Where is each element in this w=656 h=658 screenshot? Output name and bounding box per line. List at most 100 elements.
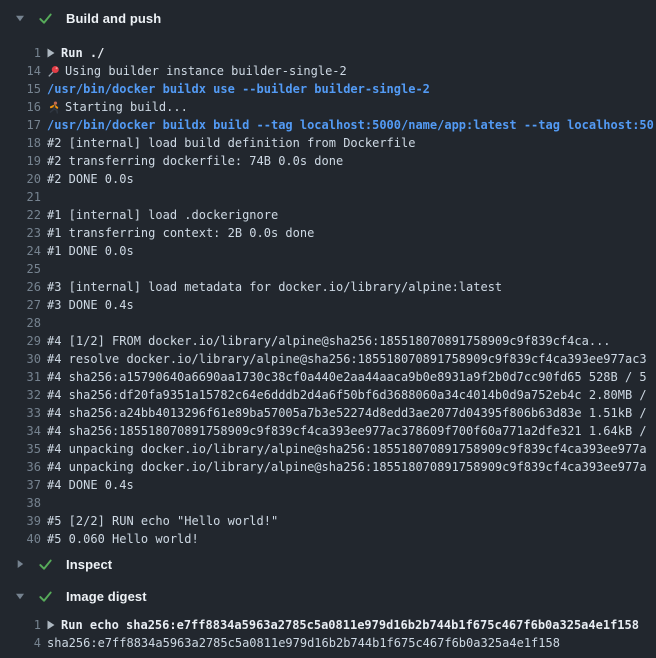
log-line-content: #3 DONE 0.4s [47,296,656,314]
line-number[interactable]: 21 [0,188,41,206]
log-line-content: Starting build... [47,98,656,116]
log-row: 14 Using builder instance builder-single-… [0,62,656,80]
line-number[interactable]: 23 [0,224,41,242]
log-line-content: #5 [2/2] RUN echo "Hello world!" [47,512,656,530]
log-line-content: #4 [1/2] FROM docker.io/library/alpine@s… [47,332,656,350]
workflow-log-viewer: Build and push1Run ./14Using builder ins… [0,0,656,652]
log-row: 18 #2 [internal] load build definition fr… [0,134,656,152]
log-line-text: #1 DONE 0.0s [47,242,134,260]
section-title: Image digest [66,589,147,604]
log-line-text: #4 sha256:df20fa9351a15782c64e6dddb2d4a6… [47,386,647,404]
log-row: 40#5 0.060 Hello world! [0,530,656,548]
log-row: 31 #4 sha256:a15790640a6690aa1730c38cf0a4… [0,368,656,386]
section-title: Inspect [66,557,112,572]
expand-toggle-icon[interactable] [47,48,55,58]
log-line-content: #1 transferring context: 2B 0.0s done [47,224,656,242]
log-row: 39 #5 [2/2] RUN echo "Hello world!" [0,512,656,530]
line-number[interactable]: 29 [0,332,41,350]
log-line-text: #2 [internal] load build definition from… [47,134,415,152]
line-number[interactable]: 1 [0,616,41,634]
line-number[interactable]: 40 [0,530,41,548]
log-line-content: #2 [internal] load build definition from… [47,134,656,152]
log-line-content: #2 transferring dockerfile: 74B 0.0s don… [47,152,656,170]
log-row: 29 #4 [1/2] FROM docker.io/library/alpine… [0,332,656,350]
line-number[interactable]: 33 [0,404,41,422]
log-line-text: #4 DONE 0.4s [47,476,134,494]
log-line-text: #1 transferring context: 2B 0.0s done [47,224,314,242]
line-number[interactable]: 15 [0,80,41,98]
line-number[interactable]: 17 [0,116,41,134]
line-number[interactable]: 18 [0,134,41,152]
expand-toggle-icon[interactable] [47,620,55,630]
log-row: 35 #4 unpacking docker.io/library/alpine@… [0,440,656,458]
log-block-build-and-push: 1 Run ./ 14 Using builder instance builder-… [0,44,656,548]
log-row: 34 #4 sha256:185518070891758909c9f839cf4c… [0,422,656,440]
line-number[interactable]: 16 [0,98,41,116]
log-row: 1 Run ./ [0,44,656,62]
log-row: 30 #4 resolve docker.io/library/alpine@sh… [0,350,656,368]
pushpin-icon [47,65,60,78]
line-number[interactable]: 14 [0,62,41,80]
log-line-content: sha256:e7ff8834a5963a2785c5a0811e979d16b… [47,634,656,652]
log-line-content: #4 sha256:df20fa9351a15782c64e6dddb2d4a6… [47,386,656,404]
log-line-content: #4 sha256:185518070891758909c9f839cf4ca3… [47,422,656,440]
line-number[interactable]: 22 [0,206,41,224]
log-line-content: Run echo sha256:e7ff8834a5963a2785c5a081… [47,616,656,634]
line-number[interactable]: 19 [0,152,41,170]
log-line-content: #4 unpacking docker.io/library/alpine@sh… [47,458,656,476]
log-line-text: Using builder instance builder-single-2 [65,62,347,80]
line-number[interactable]: 32 [0,386,41,404]
log-row: 32 #4 sha256:df20fa9351a15782c64e6dddb2d4… [0,386,656,404]
log-line-text: #4 sha256:a24bb4013296f61e89ba57005a7b3e… [47,404,647,422]
log-line-text: #4 unpacking docker.io/library/alpine@sh… [47,458,647,476]
line-number[interactable]: 26 [0,278,41,296]
line-number[interactable]: 39 [0,512,41,530]
line-number[interactable]: 38 [0,494,41,512]
line-number[interactable]: 36 [0,458,41,476]
line-number[interactable]: 4 [0,634,41,652]
log-sections-container: Build and push1Run ./14Using builder ins… [0,2,656,652]
chevron-right-icon[interactable] [14,559,26,569]
log-row: 23 #1 transferring context: 2B 0.0s done [0,224,656,242]
line-number[interactable]: 27 [0,296,41,314]
line-number[interactable]: 20 [0,170,41,188]
section-image-digest: Image digest 1 Run echo sha256:e7ff8834a59… [0,580,656,652]
log-line-text: /usr/bin/docker buildx use --builder bui… [47,80,430,98]
log-line-text: #4 sha256:a15790640a6690aa1730c38cf0a440… [47,368,647,386]
line-number[interactable]: 37 [0,476,41,494]
log-row: 33 #4 sha256:a24bb4013296f61e89ba57005a7b… [0,404,656,422]
line-number[interactable]: 30 [0,350,41,368]
log-row: 15/usr/bin/docker buildx use --builder b… [0,80,656,98]
section-header-image-digest[interactable]: Image digest [0,580,656,612]
line-number[interactable]: 24 [0,242,41,260]
log-row: 27 #3 DONE 0.4s [0,296,656,314]
log-line-content: Run ./ [47,44,656,62]
log-row: 21 [0,188,656,206]
chevron-down-icon[interactable] [14,591,26,601]
chevron-down-icon[interactable] [14,13,26,23]
log-line-content: /usr/bin/docker buildx build --tag local… [47,116,656,134]
line-number[interactable]: 1 [0,44,41,62]
line-number[interactable]: 35 [0,440,41,458]
log-row: 1 Run echo sha256:e7ff8834a5963a2785c5a08… [0,616,656,634]
log-line-content: #4 resolve docker.io/library/alpine@sha2… [47,350,656,368]
log-line-content: #4 sha256:a15790640a6690aa1730c38cf0a440… [47,368,656,386]
log-line-content: #1 [internal] load .dockerignore [47,206,656,224]
log-line-content [47,314,656,332]
log-line-text: /usr/bin/docker buildx build --tag local… [47,116,654,134]
section-header-build-and-push[interactable]: Build and push [0,2,656,34]
log-line-content: #4 unpacking docker.io/library/alpine@sh… [47,440,656,458]
line-number[interactable]: 31 [0,368,41,386]
log-row: 16 Starting build... [0,98,656,116]
log-row: 4 sha256:e7ff8834a5963a2785c5a0811e979d16… [0,634,656,652]
log-line-content: #3 [internal] load metadata for docker.i… [47,278,656,296]
line-number[interactable]: 34 [0,422,41,440]
log-line-text: #4 [1/2] FROM docker.io/library/alpine@s… [47,332,611,350]
log-line-text: sha256:e7ff8834a5963a2785c5a0811e979d16b… [47,634,560,652]
section-header-inspect[interactable]: Inspect [0,548,656,580]
log-row: 22 #1 [internal] load .dockerignore [0,206,656,224]
log-line-text: #2 DONE 0.0s [47,170,134,188]
line-number[interactable]: 28 [0,314,41,332]
line-number[interactable]: 25 [0,260,41,278]
log-row: 28 [0,314,656,332]
